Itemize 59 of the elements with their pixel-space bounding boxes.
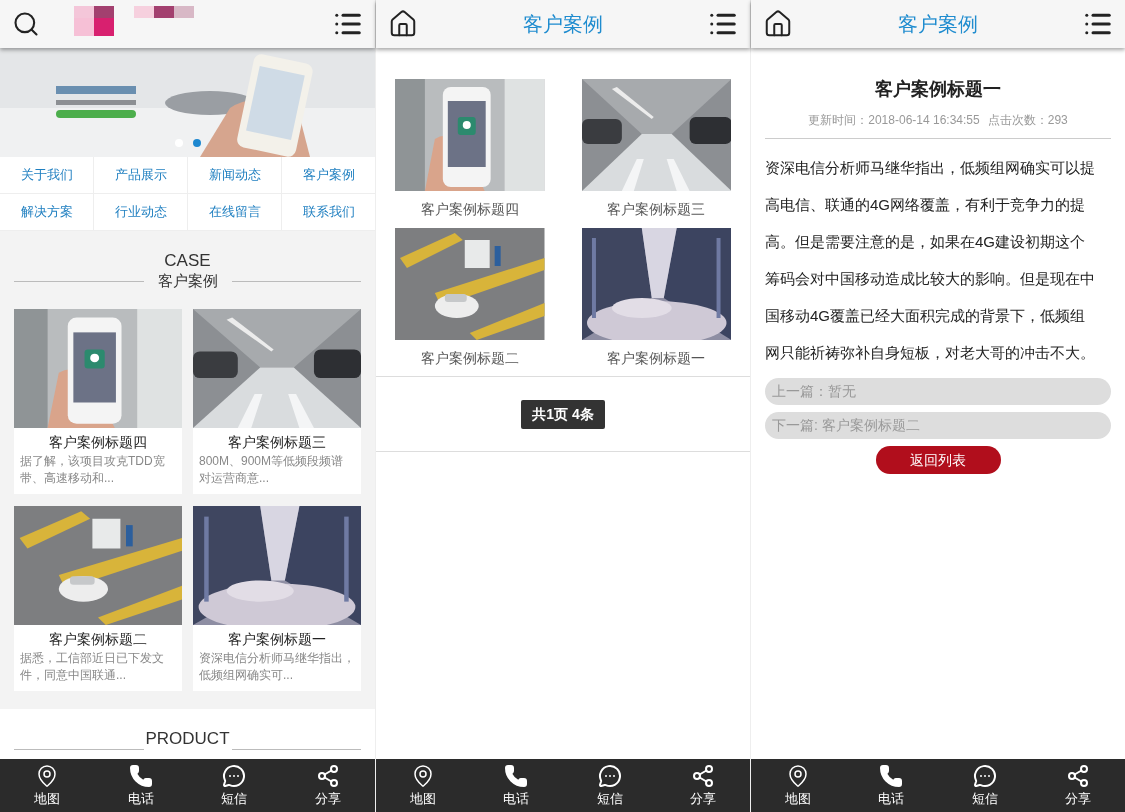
bottom-bar-item[interactable]: 电话 [469, 759, 563, 812]
bottom-bar-item[interactable]: 电话 [844, 759, 938, 812]
bottom-bar-item[interactable]: 电话 [93, 759, 188, 812]
bottom-bar-item[interactable]: 分享 [281, 759, 375, 812]
case-summary: 据了解，该项目攻克TDD宽带、高速移动和... [19, 453, 166, 487]
nav-link[interactable]: 新闻动态 [188, 157, 281, 193]
bottom-bar-item[interactable]: 地图 [0, 759, 94, 812]
chat-icon [222, 764, 247, 788]
home-icon[interactable] [388, 9, 418, 39]
case-title: 客户案例标题三 [227, 433, 327, 451]
nav-link[interactable]: 行业动态 [94, 194, 187, 230]
nav-link[interactable]: 解决方案 [0, 194, 93, 230]
case-title: 客户案例标题一 [227, 630, 327, 648]
case-summary: 800M、900M等低频段频谱对运营商意... [198, 453, 345, 487]
update-time: 更新时间：2018-06-14 16:34:55 [808, 112, 980, 129]
case-title: 客户案例标题四 [48, 433, 148, 451]
nav-link[interactable]: 联系我们 [282, 194, 375, 230]
bottom-bar-item[interactable]: 短信 [187, 759, 282, 812]
bottom-bar-item[interactable]: 分享 [656, 759, 750, 812]
case-title[interactable]: 客户案例标题四 [395, 191, 545, 228]
case-title: 客户案例标题二 [48, 630, 148, 648]
case-title[interactable]: 客户案例标题三 [581, 191, 731, 228]
case-card[interactable]: 客户案例标题四 据了解，该项目攻克TDD宽带、高速移动和... [14, 309, 182, 494]
section-title-en: PRODUCT [145, 729, 230, 749]
share-icon [316, 764, 341, 788]
bottom-bar-item[interactable]: 地图 [376, 759, 470, 812]
page-title: 客户案例 [898, 12, 978, 37]
article-title: 客户案例标题一 [874, 78, 1002, 101]
case-summary: 据悉，工信部近日已下发文件，同意中国联通... [19, 650, 165, 684]
section-title-en: CASE [164, 251, 211, 271]
page-title: 客户案例 [523, 12, 603, 37]
phone-icon [879, 764, 904, 788]
bottom-bar-item[interactable]: 短信 [563, 759, 657, 812]
view-count: 点击次数：293 [987, 112, 1068, 129]
phone-icon [504, 764, 529, 788]
bottom-bar-item[interactable]: 短信 [938, 759, 1032, 812]
section-title: 客户案例 [157, 271, 218, 291]
home-icon[interactable] [763, 9, 793, 39]
case-card[interactable]: 客户案例标题一 资深电信分析师马继华指出，低频组网确实可... [193, 506, 361, 691]
chat-icon [972, 764, 997, 788]
phone-icon [128, 764, 153, 788]
pagination-info: 共1页 4条 [521, 399, 605, 429]
search-icon[interactable] [12, 10, 40, 38]
share-icon [691, 764, 716, 788]
case-card[interactable]: 客户案例标题二 据悉，工信部近日已下发文件，同意中国联通... [14, 506, 182, 691]
case-title[interactable]: 客户案例标题一 [581, 340, 731, 377]
nav-link[interactable]: 客户案例 [282, 157, 375, 193]
back-to-list-button[interactable]: 返回列表 [875, 446, 1001, 474]
bottom-bar-item[interactable]: 地图 [751, 759, 845, 812]
bottom-bar-item[interactable]: 分享 [1031, 759, 1125, 812]
case-title[interactable]: 客户案例标题二 [395, 340, 545, 377]
nav-link[interactable]: 在线留言 [188, 194, 281, 230]
case-card[interactable]: 客户案例标题三 800M、900M等低频段频谱对运营商意... [193, 309, 361, 494]
article-body: 资深电信分析师马继华指出，低频组网确实可以提高电信、联通的4G网络覆盖，有利于竞争力的提高。但是需要注意的是，如果在4G建设初期这个筹码会对中国移动造成比较大的影响。但是现在中国移动4G覆盖已经大面积完成的背景下，低频组网只能祈祷弥补自身短板，对老大哥的冲击不大。 [765, 158, 1096, 363]
case-summary: 资深电信分析师马继华指出，低频组网确实可... [198, 650, 356, 684]
nav-link[interactable]: 产品展示 [94, 157, 187, 193]
nav-link[interactable]: 关于我们 [0, 157, 93, 193]
share-icon [1066, 764, 1091, 788]
chat-icon [597, 764, 622, 788]
